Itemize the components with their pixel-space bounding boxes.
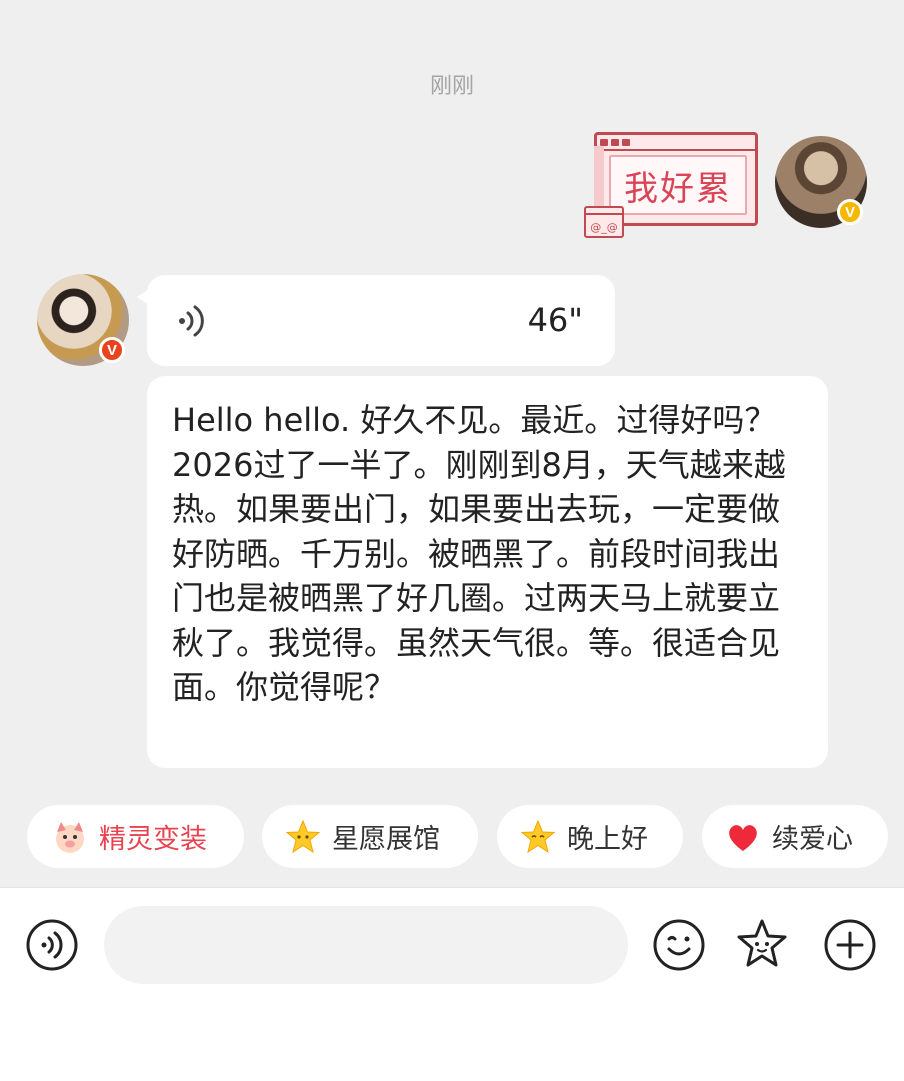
message-input[interactable]	[104, 906, 628, 984]
emoji-icon	[653, 919, 705, 971]
sticker-scrollbar	[594, 146, 604, 206]
star-icon	[519, 818, 557, 856]
chip-sprite-dressup[interactable]: 精灵变装	[27, 805, 244, 868]
input-bar	[0, 887, 904, 1081]
sticker-text: 我好累	[624, 168, 732, 209]
text-message-bubble[interactable]: Hello hello. 好久不见。最近。过得好吗？2026过了一半了。刚刚到8…	[147, 376, 828, 768]
star-sticker-icon	[737, 919, 787, 967]
voice-input-button[interactable]	[25, 918, 79, 972]
chip-star-gallery[interactable]: 星愿展馆	[262, 805, 478, 868]
chip-label: 星愿展馆	[332, 824, 440, 855]
chip-label: 晚上好	[567, 824, 648, 855]
plus-icon	[824, 919, 876, 971]
sticker-text-panel: 我好累	[609, 155, 747, 215]
pig-face-icon	[51, 818, 89, 856]
sticker-titlebar	[597, 135, 755, 151]
chip-label: 续爱心	[772, 824, 853, 855]
sticker-mini-window: @_@	[584, 206, 624, 238]
more-button[interactable]	[823, 918, 877, 972]
star-icon	[284, 818, 322, 856]
message-text: Hello hello. 好久不见。最近。过得好吗？2026过了一半了。刚刚到8…	[172, 401, 786, 706]
chip-continue-heart[interactable]: 续爱心	[702, 805, 888, 868]
chip-label: 精灵变装	[99, 824, 207, 855]
sticker-button[interactable]	[734, 918, 788, 972]
voice-duration: 46"	[527, 301, 583, 339]
emoji-button[interactable]	[652, 918, 706, 972]
outgoing-sticker[interactable]: 我好累 @_@	[584, 132, 762, 240]
chip-good-evening[interactable]: 晚上好	[497, 805, 683, 868]
heart-icon	[724, 818, 762, 856]
voice-message-bubble[interactable]: 46"	[137, 275, 615, 366]
verified-badge-contact: V	[99, 337, 125, 363]
verified-badge-me: V	[837, 199, 863, 225]
voice-icon	[26, 919, 78, 971]
voice-wave-icon	[179, 305, 204, 337]
sticker-face: @_@	[590, 221, 618, 234]
timestamp: 刚刚	[429, 74, 474, 99]
